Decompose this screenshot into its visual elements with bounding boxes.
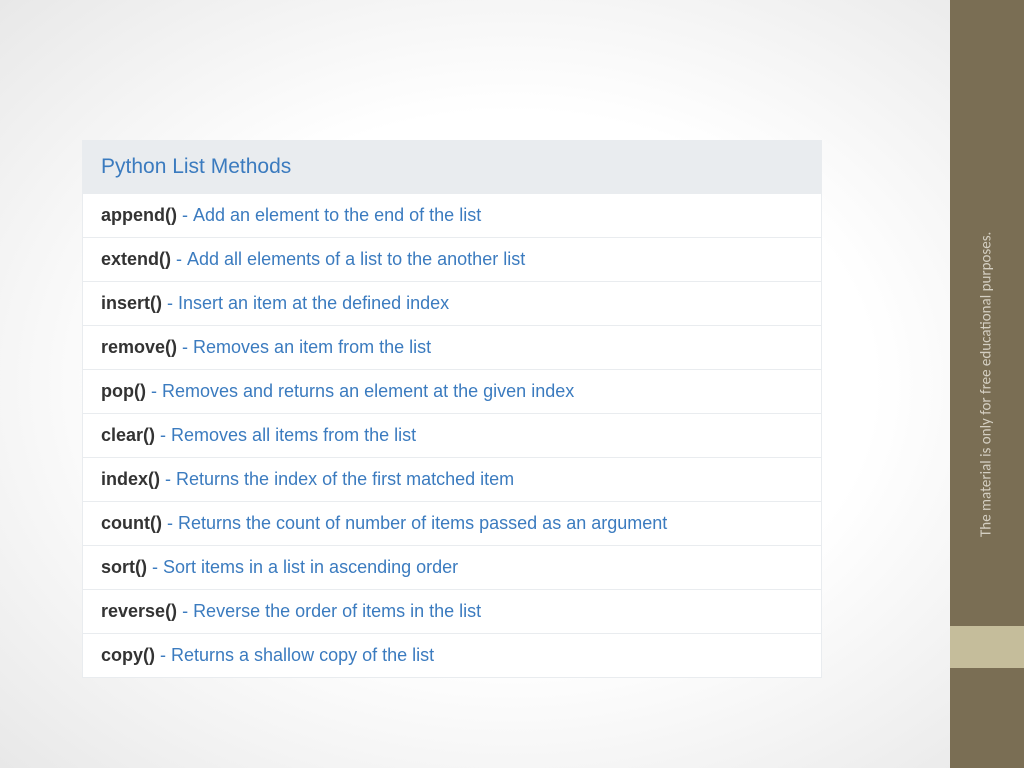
method-description: Insert an item at the defined index — [178, 293, 449, 314]
separator: - — [162, 513, 178, 534]
method-name: sort() — [101, 557, 147, 578]
table-row: pop() - Removes and returns an element a… — [83, 369, 821, 413]
table-row: insert() - Insert an item at the defined… — [83, 281, 821, 325]
separator: - — [177, 337, 193, 358]
table-row: index() - Returns the index of the first… — [83, 457, 821, 501]
table-row: count() - Returns the count of number of… — [83, 501, 821, 545]
sidebar-note: The material is only for free educationa… — [950, 0, 1024, 768]
table-row: clear() - Removes all items from the lis… — [83, 413, 821, 457]
method-description: Returns a shallow copy of the list — [171, 645, 434, 666]
method-description: Removes and returns an element at the gi… — [162, 381, 574, 402]
method-name: pop() — [101, 381, 146, 402]
method-description: Sort items in a list in ascending order — [163, 557, 458, 578]
method-name: extend() — [101, 249, 171, 270]
method-name: append() — [101, 205, 177, 226]
method-name: reverse() — [101, 601, 177, 622]
separator: - — [147, 557, 163, 578]
content-area: Python List Methods append() - Add an el… — [82, 140, 822, 678]
table-row: remove() - Removes an item from the list — [83, 325, 821, 369]
method-description: Removes an item from the list — [193, 337, 431, 358]
table-row: append() - Add an element to the end of … — [83, 193, 821, 237]
separator: - — [146, 381, 162, 402]
separator: - — [155, 645, 171, 666]
method-name: insert() — [101, 293, 162, 314]
method-description: Returns the count of number of items pas… — [178, 513, 667, 534]
separator: - — [155, 425, 171, 446]
method-name: clear() — [101, 425, 155, 446]
methods-table: Python List Methods append() - Add an el… — [82, 140, 822, 678]
table-row: reverse() - Reverse the order of items i… — [83, 589, 821, 633]
table-title: Python List Methods — [83, 141, 821, 193]
method-description: Reverse the order of items in the list — [193, 601, 481, 622]
method-description: Removes all items from the list — [171, 425, 416, 446]
method-name: count() — [101, 513, 162, 534]
method-name: index() — [101, 469, 160, 490]
separator: - — [171, 249, 187, 270]
separator: - — [177, 601, 193, 622]
method-name: copy() — [101, 645, 155, 666]
table-row: extend() - Add all elements of a list to… — [83, 237, 821, 281]
separator: - — [177, 205, 193, 226]
method-description: Returns the index of the first matched i… — [176, 469, 514, 490]
method-description: Add all elements of a list to the anothe… — [187, 249, 525, 270]
method-description: Add an element to the end of the list — [193, 205, 481, 226]
table-row: sort() - Sort items in a list in ascendi… — [83, 545, 821, 589]
method-name: remove() — [101, 337, 177, 358]
table-row: copy() - Returns a shallow copy of the l… — [83, 633, 821, 677]
separator: - — [160, 469, 176, 490]
separator: - — [162, 293, 178, 314]
